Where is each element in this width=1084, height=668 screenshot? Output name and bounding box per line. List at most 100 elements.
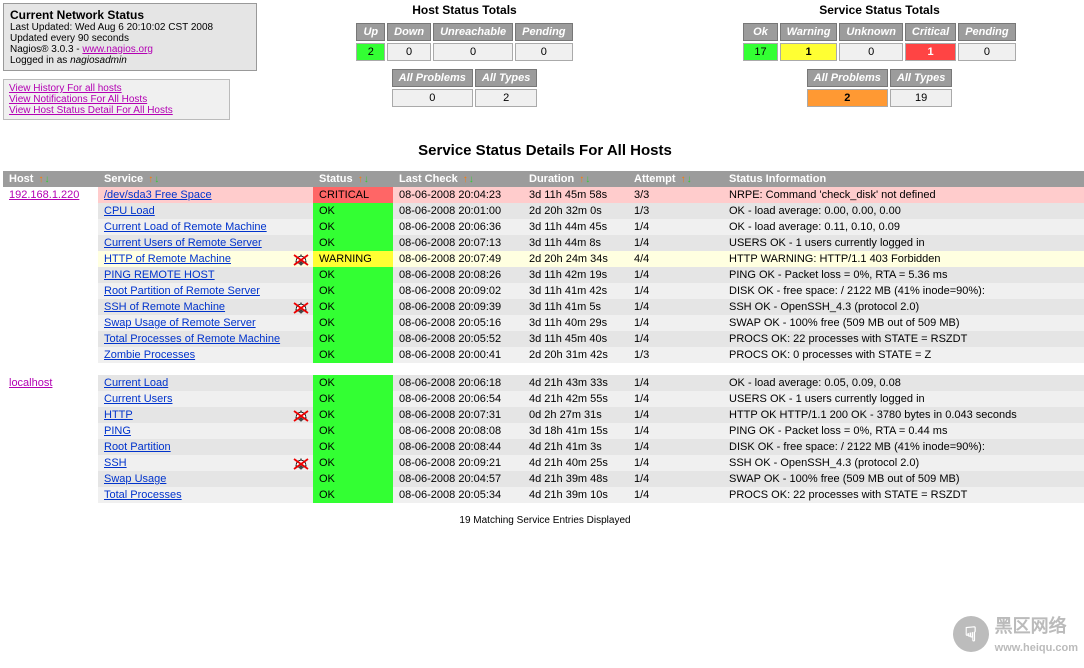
sort-up-icon[interactable]: ↑ [39, 174, 44, 185]
attempt-cell: 1/4 [628, 283, 723, 299]
info-cell: OK - load average: 0.05, 0.09, 0.08 [723, 375, 1084, 391]
service-link[interactable]: HTTP [104, 409, 133, 421]
sort-up-icon[interactable]: ↑ [148, 174, 153, 185]
v-critical[interactable]: 1 [905, 43, 956, 61]
host-cell [3, 487, 98, 503]
sort-up-icon[interactable]: ↑ [579, 174, 584, 185]
nagios-link[interactable]: www.nagios.org [82, 44, 153, 55]
col-service[interactable]: Service ↑↓ [98, 171, 313, 187]
v-s-alltypes[interactable]: 19 [890, 89, 953, 107]
attempt-cell: 1/4 [628, 375, 723, 391]
v-alltypes[interactable]: 2 [475, 89, 538, 107]
info-cell: SSH OK - OpenSSH_4.3 (protocol 2.0) [723, 455, 1084, 471]
service-link[interactable]: Total Processes [104, 489, 182, 501]
link-host-status[interactable]: View Host Status Detail For All Hosts [9, 105, 224, 116]
last-check-cell: 08-06-2008 20:05:16 [393, 315, 523, 331]
col-last-check[interactable]: Last Check ↑↓ [393, 171, 523, 187]
sort-up-icon[interactable]: ↑ [358, 174, 363, 185]
service-link[interactable]: Current Load of Remote Machine [104, 221, 267, 233]
col-status[interactable]: Status ↑↓ [313, 171, 393, 187]
duration-cell: 4d 21h 40m 25s [523, 455, 628, 471]
h-up[interactable]: Up [356, 23, 385, 41]
table-row: PING REMOTE HOSTOK08-06-2008 20:08:263d … [3, 267, 1084, 283]
col-attempt[interactable]: Attempt ↑↓ [628, 171, 723, 187]
service-totals: Service Status Totals Ok Warning Unknown… [672, 3, 1084, 109]
sort-down-icon[interactable]: ↓ [364, 174, 369, 185]
v-down[interactable]: 0 [387, 43, 431, 61]
status-cell: OK [313, 391, 393, 407]
host-link[interactable]: localhost [9, 377, 52, 389]
attempt-cell: 1/4 [628, 487, 723, 503]
h-s-allprob[interactable]: All Problems [807, 69, 888, 87]
h-critical[interactable]: Critical [905, 23, 956, 41]
service-link[interactable]: Root Partition of Remote Server [104, 285, 260, 297]
v-pending[interactable]: 0 [515, 43, 572, 61]
sort-up-icon[interactable]: ↑ [681, 174, 686, 185]
col-duration[interactable]: Duration ↑↓ [523, 171, 628, 187]
host-link[interactable]: 192.168.1.220 [9, 189, 79, 201]
v-unknown[interactable]: 0 [839, 43, 903, 61]
v-s-allprob[interactable]: 2 [807, 89, 888, 107]
watermark: ☟ 黑区网络 www.heiqu.com [953, 612, 1078, 656]
service-cell: HTTP of Remote Machine [98, 251, 313, 267]
h-unreachable[interactable]: Unreachable [433, 23, 513, 41]
service-link[interactable]: Total Processes of Remote Machine [104, 333, 280, 345]
v-allprob[interactable]: 0 [392, 89, 473, 107]
table-row: SSH of Remote MachineOK08-06-2008 20:09:… [3, 299, 1084, 315]
sort-down-icon[interactable]: ↓ [45, 174, 50, 185]
duration-cell: 3d 11h 41m 5s [523, 299, 628, 315]
v-unreachable[interactable]: 0 [433, 43, 513, 61]
status-cell: WARNING [313, 251, 393, 267]
status-cell: OK [313, 407, 393, 423]
service-cell: HTTP [98, 407, 313, 423]
service-link[interactable]: Current Load [104, 377, 168, 389]
v-warning[interactable]: 1 [780, 43, 838, 61]
v-s-pending[interactable]: 0 [958, 43, 1015, 61]
h-s-pending[interactable]: Pending [958, 23, 1015, 41]
host-cell [3, 283, 98, 299]
service-cell: Swap Usage of Remote Server [98, 315, 313, 331]
col-host[interactable]: Host ↑↓ [3, 171, 98, 187]
sort-up-icon[interactable]: ↑ [463, 174, 468, 185]
service-link[interactable]: PING [104, 425, 131, 437]
service-link[interactable]: CPU Load [104, 205, 155, 217]
h-pending[interactable]: Pending [515, 23, 572, 41]
table-row: Zombie ProcessesOK08-06-2008 20:00:412d … [3, 347, 1084, 363]
service-link[interactable]: PING REMOTE HOST [104, 269, 215, 281]
h-down[interactable]: Down [387, 23, 431, 41]
service-link[interactable]: Current Users of Remote Server [104, 237, 262, 249]
service-link[interactable]: SSH [104, 457, 127, 469]
h-allprob[interactable]: All Problems [392, 69, 473, 87]
sort-down-icon[interactable]: ↓ [154, 174, 159, 185]
sort-down-icon[interactable]: ↓ [585, 174, 590, 185]
h-unknown[interactable]: Unknown [839, 23, 903, 41]
host-cell: localhost [3, 375, 98, 391]
last-check-cell: 08-06-2008 20:08:26 [393, 267, 523, 283]
link-history[interactable]: View History For all hosts [9, 83, 224, 94]
link-notifications[interactable]: View Notifications For All Hosts [9, 94, 224, 105]
info-version: Nagios® 3.0.3 - www.nagios.org [10, 44, 250, 55]
attempt-cell: 1/4 [628, 455, 723, 471]
v-ok[interactable]: 17 [743, 43, 777, 61]
h-s-alltypes[interactable]: All Types [890, 69, 953, 87]
service-link[interactable]: Root Partition [104, 441, 171, 453]
notifications-disabled-icon [293, 457, 307, 469]
service-link[interactable]: Swap Usage of Remote Server [104, 317, 256, 329]
h-alltypes[interactable]: All Types [475, 69, 538, 87]
service-cell: Current Load of Remote Machine [98, 219, 313, 235]
page-title: Service Status Details For All Hosts [3, 142, 1084, 159]
status-cell: OK [313, 471, 393, 487]
sort-down-icon[interactable]: ↓ [687, 174, 692, 185]
service-link[interactable]: Zombie Processes [104, 349, 195, 361]
status-cell: OK [313, 347, 393, 363]
v-up[interactable]: 2 [356, 43, 385, 61]
service-link[interactable]: HTTP of Remote Machine [104, 253, 231, 265]
sort-down-icon[interactable]: ↓ [469, 174, 474, 185]
service-link[interactable]: SSH of Remote Machine [104, 301, 225, 313]
service-link[interactable]: Current Users [104, 393, 172, 405]
h-ok[interactable]: Ok [743, 23, 777, 41]
service-link[interactable]: /dev/sda3 Free Space [104, 189, 212, 201]
last-check-cell: 08-06-2008 20:05:52 [393, 331, 523, 347]
service-link[interactable]: Swap Usage [104, 473, 166, 485]
h-warning[interactable]: Warning [780, 23, 838, 41]
